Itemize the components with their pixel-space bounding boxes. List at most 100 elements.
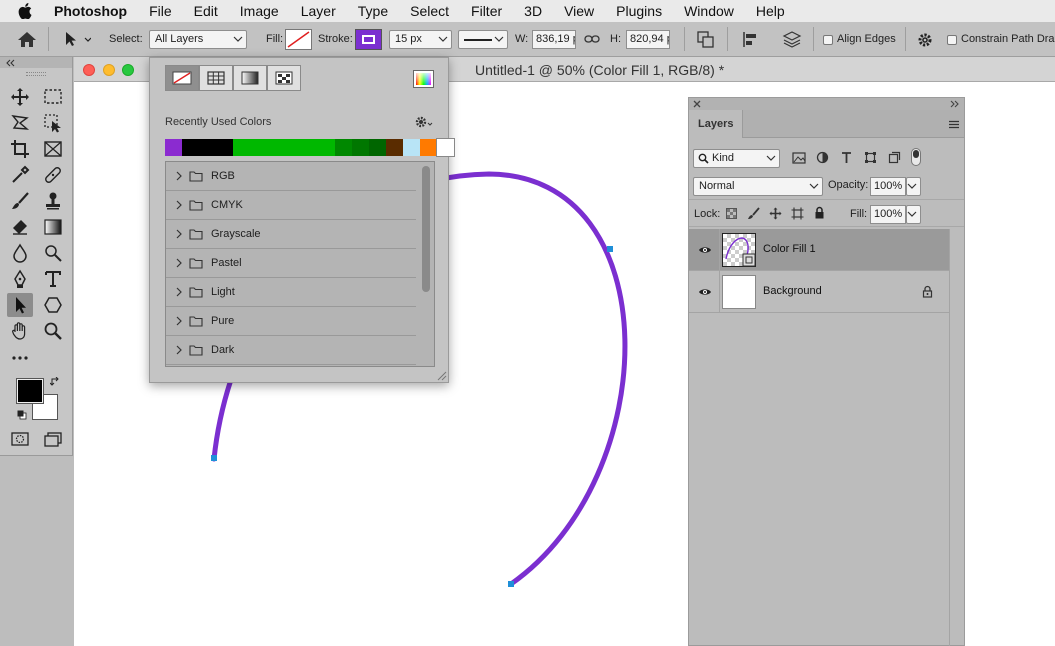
chevron-right-icon[interactable]	[175, 345, 183, 355]
color-folder-light[interactable]: Light	[166, 278, 416, 307]
recent-color-swatch[interactable]	[386, 139, 403, 156]
color-folder-grayscale[interactable]: Grayscale	[166, 220, 416, 249]
healing-brush-tool-icon[interactable]	[40, 163, 66, 187]
zoom-tool-icon[interactable]	[40, 319, 66, 343]
brush-tool-icon[interactable]	[7, 189, 33, 213]
menu-window[interactable]: Window	[684, 3, 734, 19]
fill-slider-toggle[interactable]	[906, 205, 921, 224]
chevron-right-icon[interactable]	[175, 200, 183, 210]
panel-menu-icon[interactable]	[948, 120, 960, 129]
tab-gradient[interactable]	[233, 65, 267, 91]
tab-pattern[interactable]	[267, 65, 301, 91]
menu-3d[interactable]: 3D	[524, 3, 542, 19]
layer-name-color-fill[interactable]: Color Fill 1	[763, 243, 816, 255]
object-selection-tool-icon[interactable]	[40, 111, 66, 135]
recent-color-swatch[interactable]	[267, 139, 284, 156]
recent-color-swatch[interactable]	[182, 139, 199, 156]
pen-tool-icon[interactable]	[7, 267, 33, 291]
type-filter-icon[interactable]	[840, 151, 853, 164]
recent-color-swatch[interactable]	[403, 139, 420, 156]
color-folder-cmyk[interactable]: CMYK	[166, 191, 416, 220]
recent-color-swatch[interactable]	[436, 138, 455, 157]
shape-filter-icon[interactable]	[864, 151, 877, 164]
screen-mode-icon[interactable]	[40, 427, 66, 451]
opacity-field[interactable]: 100%	[870, 177, 906, 196]
crop-tool-icon[interactable]	[7, 137, 33, 161]
color-folder-pure[interactable]: Pure	[166, 307, 416, 336]
minimize-window-button[interactable]	[103, 64, 115, 76]
menu-view[interactable]: View	[564, 3, 594, 19]
opacity-slider-toggle[interactable]	[906, 177, 921, 196]
path-alignment-icon[interactable]	[742, 31, 760, 51]
eye-icon[interactable]	[698, 287, 712, 297]
frame-tool-icon[interactable]	[40, 137, 66, 161]
home-icon[interactable]	[17, 31, 37, 51]
stroke-width-field[interactable]: 15 px	[389, 30, 452, 49]
layer-name-background[interactable]: Background	[763, 285, 822, 297]
more-tools-icon[interactable]	[7, 345, 33, 369]
menu-photoshop[interactable]: Photoshop	[54, 3, 127, 19]
color-folder-dark[interactable]: Dark	[166, 336, 416, 365]
stroke-swatch[interactable]	[355, 29, 382, 50]
recent-color-swatch[interactable]	[335, 139, 352, 156]
select-dropdown[interactable]: All Layers	[149, 30, 247, 49]
quick-mask-icon[interactable]	[7, 427, 33, 451]
layer-row-color-fill[interactable]: Color Fill 1	[689, 229, 949, 271]
gear-icon[interactable]	[917, 32, 935, 51]
menu-type[interactable]: Type	[358, 3, 388, 19]
fill-field[interactable]: 100%	[870, 205, 906, 224]
blur-tool-icon[interactable]	[7, 241, 33, 265]
chevron-right-icon[interactable]	[175, 316, 183, 326]
recent-color-swatch[interactable]	[420, 139, 437, 156]
color-folder-pastel[interactable]: Pastel	[166, 249, 416, 278]
close-window-button[interactable]	[83, 64, 95, 76]
close-icon[interactable]	[693, 100, 701, 108]
tab-solid-color[interactable]	[199, 65, 233, 91]
path-operations-icon[interactable]	[697, 31, 715, 51]
lock-transparent-pixels-icon[interactable]	[726, 208, 737, 219]
menu-file[interactable]: File	[149, 3, 172, 19]
menu-help[interactable]: Help	[756, 3, 785, 19]
menu-image[interactable]: Image	[240, 3, 279, 19]
path-selection-tool-icon[interactable]	[63, 31, 92, 50]
anchor-point-end[interactable]	[508, 581, 514, 587]
recent-color-swatch[interactable]	[199, 139, 216, 156]
lock-icon[interactable]	[922, 285, 933, 298]
chevron-right-icon[interactable]	[175, 287, 183, 297]
recent-color-swatch[interactable]	[352, 139, 369, 156]
recent-color-swatch[interactable]	[301, 139, 318, 156]
height-field[interactable]: 820,94 p	[626, 30, 670, 49]
panel-grip[interactable]	[26, 72, 46, 76]
eyedropper-tool-icon[interactable]	[7, 163, 33, 187]
lock-position-icon[interactable]	[769, 207, 782, 220]
menu-filter[interactable]: Filter	[471, 3, 502, 19]
menu-layer[interactable]: Layer	[301, 3, 336, 19]
lock-artboard-icon[interactable]	[791, 207, 804, 220]
recent-color-swatch[interactable]	[369, 139, 386, 156]
tab-no-color[interactable]	[165, 65, 199, 91]
link-icon[interactable]	[584, 33, 600, 48]
recent-color-swatch[interactable]	[318, 139, 335, 156]
clone-stamp-tool-icon[interactable]	[40, 189, 66, 213]
shape-tool-icon[interactable]	[40, 293, 66, 317]
adjustment-filter-icon[interactable]	[816, 151, 829, 164]
swap-colors-icon[interactable]	[49, 376, 60, 390]
anchor-point-start[interactable]	[211, 455, 217, 461]
default-colors-icon[interactable]	[17, 410, 27, 423]
resize-grip-icon[interactable]	[435, 369, 447, 384]
anchor-point-mid[interactable]	[607, 246, 613, 252]
recent-color-swatch[interactable]	[216, 139, 233, 156]
lasso-tool-icon[interactable]	[7, 111, 33, 135]
eraser-tool-icon[interactable]	[7, 215, 33, 239]
blend-mode-dropdown[interactable]: Normal	[693, 177, 823, 196]
filter-kind-dropdown[interactable]: Kind	[693, 149, 780, 168]
tab-layers[interactable]: Layers	[689, 110, 743, 138]
scrollbar-thumb[interactable]	[422, 166, 430, 292]
recent-color-swatch[interactable]	[284, 139, 301, 156]
scrollbar-track[interactable]	[419, 164, 433, 364]
smart-object-filter-icon[interactable]	[888, 151, 901, 164]
stroke-type-dropdown[interactable]	[458, 30, 508, 49]
chevron-right-icon[interactable]	[175, 229, 183, 239]
filter-toggle-switch[interactable]	[911, 148, 921, 166]
gear-icon[interactable]	[415, 116, 433, 131]
